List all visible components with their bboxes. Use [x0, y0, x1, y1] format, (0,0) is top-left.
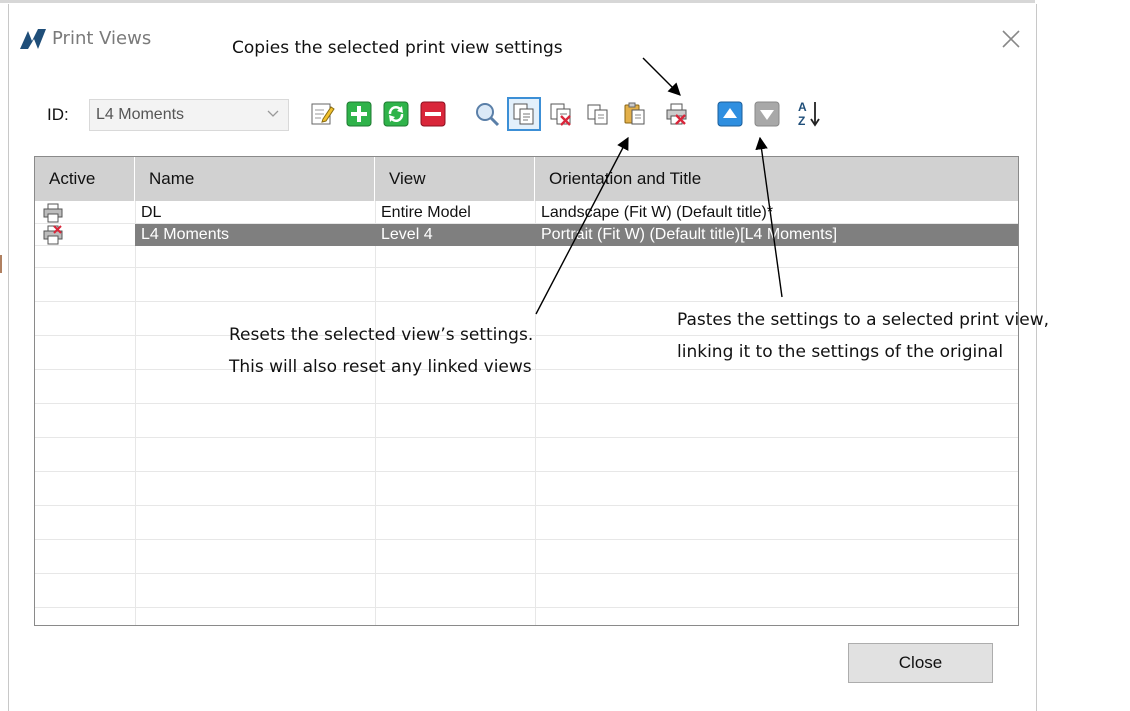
delete-button[interactable]	[416, 97, 450, 131]
id-dropdown-value: L4 Moments	[96, 106, 185, 123]
annotation-copy: Copies the selected print view settings	[232, 38, 563, 58]
close-button[interactable]: Close	[848, 643, 993, 683]
row-orientation: Landscape (Fit W) (Default title)*	[541, 204, 774, 221]
row-gridline	[35, 403, 1018, 404]
column-divider	[535, 201, 536, 625]
sort-az-icon: A Z	[798, 100, 820, 128]
copy-button[interactable]	[581, 97, 615, 131]
copy-icon	[587, 104, 608, 125]
table-header: Active Name View Orientation and Title	[35, 157, 1018, 201]
minus-icon	[420, 101, 446, 127]
annotation-paste-line1: Pastes the settings to a selected print …	[677, 310, 1049, 330]
move-down-button[interactable]	[750, 97, 784, 131]
refresh-icon	[383, 101, 409, 127]
row-view: Level 4	[381, 226, 433, 243]
copy-settings-icon	[513, 103, 534, 125]
row-view: Entire Model	[381, 204, 471, 221]
row-gridline	[35, 505, 1018, 506]
column-header-name[interactable]: Name	[135, 157, 375, 201]
sort-button[interactable]: A Z	[792, 97, 826, 131]
id-label: ID:	[47, 105, 69, 124]
column-header-view[interactable]: View	[375, 157, 535, 201]
row-gridline	[35, 573, 1018, 574]
paste-button[interactable]	[618, 97, 652, 131]
row-gridline	[35, 301, 1018, 302]
edit-button[interactable]	[305, 97, 339, 131]
magnifier-icon	[476, 103, 500, 127]
column-divider	[135, 201, 136, 625]
table-row-selected[interactable]: L4 Moments Level 4 Portrait (Fit W) (Def…	[35, 224, 1018, 246]
left-edge-mark	[0, 255, 2, 273]
app-logo-icon	[20, 29, 46, 49]
annotation-reset-line1: Resets the selected view’s settings.	[229, 325, 534, 345]
annotation-paste-line2: linking it to the settings of the origin…	[677, 342, 1004, 362]
id-dropdown[interactable]: L4 Moments	[89, 99, 289, 131]
chevron-down-icon	[267, 110, 279, 117]
printer-icon	[43, 203, 63, 223]
svg-text:Z: Z	[798, 114, 805, 128]
arrow-down-icon	[754, 101, 780, 127]
preview-button[interactable]	[470, 97, 504, 131]
column-header-orientation[interactable]: Orientation and Title	[535, 157, 1018, 201]
printer-active-icon	[43, 225, 63, 245]
row-name: DL	[141, 204, 162, 221]
annotation-reset-line2: This will also reset any linked views	[229, 357, 532, 377]
column-header-active[interactable]: Active	[35, 157, 135, 201]
row-gridline	[35, 437, 1018, 438]
row-name: L4 Moments	[141, 226, 230, 243]
reset-settings-button[interactable]	[544, 97, 578, 131]
row-gridline	[35, 267, 1018, 268]
move-up-button[interactable]	[713, 97, 747, 131]
print-views-table: Active Name View Orientation and Title D…	[34, 156, 1019, 626]
reset-settings-icon	[550, 103, 571, 126]
dialog-title: Print Views	[52, 28, 152, 49]
close-icon[interactable]	[1000, 28, 1022, 50]
refresh-button[interactable]	[379, 97, 413, 131]
row-gridline	[35, 539, 1018, 540]
row-gridline	[35, 471, 1018, 472]
arrow-up-icon	[717, 101, 743, 127]
printer-x-icon	[666, 103, 687, 125]
table-row[interactable]: DL Entire Model Landscape (Fit W) (Defau…	[35, 202, 1018, 224]
window-top-edge	[0, 0, 1035, 3]
plus-icon	[346, 101, 372, 127]
paste-icon	[624, 102, 645, 125]
row-orientation: Portrait (Fit W) (Default title)[L4 Mome…	[541, 226, 838, 243]
print-button[interactable]	[660, 97, 694, 131]
copy-settings-button[interactable]	[507, 97, 541, 131]
svg-text:A: A	[798, 100, 807, 114]
edit-pencil-icon	[311, 103, 335, 125]
add-button[interactable]	[342, 97, 376, 131]
column-divider	[375, 201, 376, 625]
row-gridline	[35, 607, 1018, 608]
